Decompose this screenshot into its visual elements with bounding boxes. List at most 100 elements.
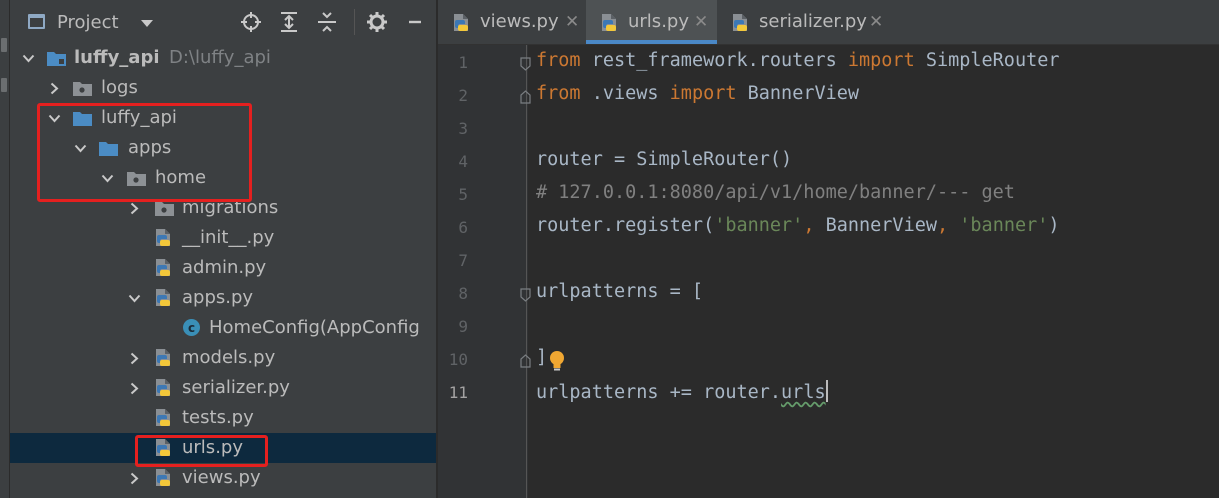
gutter-separator <box>526 45 527 498</box>
code-token: 'banner' <box>959 215 1049 236</box>
python-file-icon <box>154 348 173 366</box>
code-token: rest_framework.routers <box>580 50 848 71</box>
code-token: import <box>669 83 737 104</box>
tree-item-label: serializer.py <box>182 377 290 398</box>
project-panel: Project luffy_api D:\luffy_apilogs luffy_a… <box>10 0 436 498</box>
tree-row[interactable]: apps.py <box>10 283 436 313</box>
editor-tab-bar: views.py ✕ urls.py ✕ serializer.py ✕ <box>438 0 1219 45</box>
code-line[interactable]: router.register('banner', BannerView, 'b… <box>536 215 1060 236</box>
code-token: urlpatterns += router. <box>536 382 782 403</box>
code-line[interactable]: router = SimpleRouter() <box>536 149 792 170</box>
code-token: SimpleRouter <box>914 50 1060 71</box>
code-line[interactable]: from .views import BannerView <box>536 83 859 104</box>
code-token: ) <box>1048 215 1060 236</box>
code-token: urls <box>781 382 826 403</box>
project-panel-title: Project <box>57 12 119 33</box>
tree-row[interactable]: c HomeConfig(AppConfig <box>10 313 436 343</box>
code-token: # 127.0.0.1:8080/api/v1/home/banner/--- … <box>536 182 1015 203</box>
line-number: 2 <box>458 86 468 105</box>
chevron-right-icon[interactable] <box>48 82 60 95</box>
svg-text:c: c <box>188 321 195 335</box>
fold-marker-icon[interactable] <box>520 353 531 368</box>
class-icon: c <box>182 318 201 336</box>
editor-tab[interactable]: serializer.py ✕ <box>717 0 889 44</box>
line-number: 4 <box>458 152 468 171</box>
tool-strip-marker[interactable] <box>1 38 7 52</box>
project-panel-header: Project <box>10 0 436 45</box>
line-number: 5 <box>458 185 468 204</box>
tree-row[interactable]: luffy_api D:\luffy_api <box>10 43 436 73</box>
code-line[interactable]: from rest_framework.routers import Simpl… <box>536 50 1060 71</box>
lightbulb-icon[interactable] <box>548 350 566 372</box>
expand-all-icon[interactable] <box>278 11 300 33</box>
chevron-right-icon[interactable] <box>128 352 140 365</box>
tree-item-label: models.py <box>182 347 276 368</box>
tree-item-label: tests.py <box>182 407 254 428</box>
module-folder-icon <box>46 50 66 66</box>
line-number: 6 <box>458 218 468 237</box>
close-icon[interactable]: ✕ <box>869 12 883 32</box>
code-token: 'banner' <box>714 215 804 236</box>
python-file-icon <box>154 408 173 426</box>
python-file-icon <box>154 468 173 486</box>
tab-label: urls.py <box>628 11 689 32</box>
code-line[interactable]: urlpatterns += router.urls <box>536 380 828 403</box>
tree-row[interactable]: tests.py <box>10 403 436 433</box>
gear-icon[interactable] <box>366 11 388 33</box>
line-number: 1 <box>458 53 468 72</box>
code-token: router.register( <box>536 215 715 236</box>
code-token: ] <box>536 347 548 368</box>
chevron-right-icon[interactable] <box>128 202 140 215</box>
collapse-all-icon[interactable] <box>316 11 338 33</box>
tree-row[interactable]: views.py <box>10 463 436 493</box>
code-line[interactable]: ] <box>536 347 547 368</box>
tree-row[interactable]: admin.py <box>10 253 436 283</box>
locate-file-icon[interactable] <box>240 11 262 33</box>
line-number: 3 <box>458 119 468 138</box>
line-number: 8 <box>458 284 468 303</box>
code-line[interactable]: # 127.0.0.1:8080/api/v1/home/banner/--- … <box>536 182 1015 203</box>
python-file-icon <box>154 288 173 306</box>
tool-strip-marker[interactable] <box>1 78 7 92</box>
python-file-icon <box>154 228 173 246</box>
chevron-down-icon[interactable] <box>22 52 35 64</box>
tree-item-label: __init__.py <box>182 227 275 248</box>
tree-row[interactable]: serializer.py <box>10 373 436 403</box>
fold-marker-icon[interactable] <box>520 56 531 71</box>
python-file-icon <box>452 13 471 32</box>
fold-marker-icon[interactable] <box>520 89 531 104</box>
code-token: , <box>803 215 826 236</box>
code-line[interactable]: urlpatterns = [ <box>536 281 703 302</box>
tab-label: serializer.py <box>759 11 867 32</box>
editor-tab[interactable]: urls.py ✕ <box>586 0 717 44</box>
python-file-icon <box>731 13 750 32</box>
chevron-right-icon[interactable] <box>128 382 140 395</box>
tree-row[interactable]: logs <box>10 73 436 103</box>
chevron-down-icon[interactable] <box>128 292 141 304</box>
code-token: BannerView <box>825 215 937 236</box>
code-token: , <box>937 215 960 236</box>
tree-row[interactable]: models.py <box>10 343 436 373</box>
tree-item-label: logs <box>101 77 138 98</box>
close-icon[interactable]: ✕ <box>694 12 708 32</box>
chevron-right-icon[interactable] <box>128 472 140 485</box>
view-dropdown-icon[interactable] <box>141 20 153 27</box>
line-number: 11 <box>448 383 468 402</box>
tree-row[interactable]: __init__.py <box>10 223 436 253</box>
code-token: urlpatterns = [ <box>536 281 704 302</box>
hide-panel-icon[interactable] <box>404 11 426 33</box>
python-file-icon <box>154 378 173 396</box>
toolbar-separator <box>354 9 355 35</box>
tree-item-label: admin.py <box>182 257 267 278</box>
python-file-icon <box>600 13 619 32</box>
line-number: 9 <box>458 317 468 336</box>
highlight-box-urls-py <box>135 435 268 467</box>
close-icon[interactable]: ✕ <box>565 12 579 32</box>
editor-tab[interactable]: views.py ✕ <box>438 0 586 44</box>
highlight-box-apps-home <box>37 103 252 202</box>
fold-marker-icon[interactable] <box>520 287 531 302</box>
project-window-icon <box>28 14 45 29</box>
folder-icon <box>154 200 174 216</box>
tree-item-label: luffy_api <box>74 47 160 68</box>
tree-item-label: HomeConfig(AppConfig <box>209 317 420 338</box>
